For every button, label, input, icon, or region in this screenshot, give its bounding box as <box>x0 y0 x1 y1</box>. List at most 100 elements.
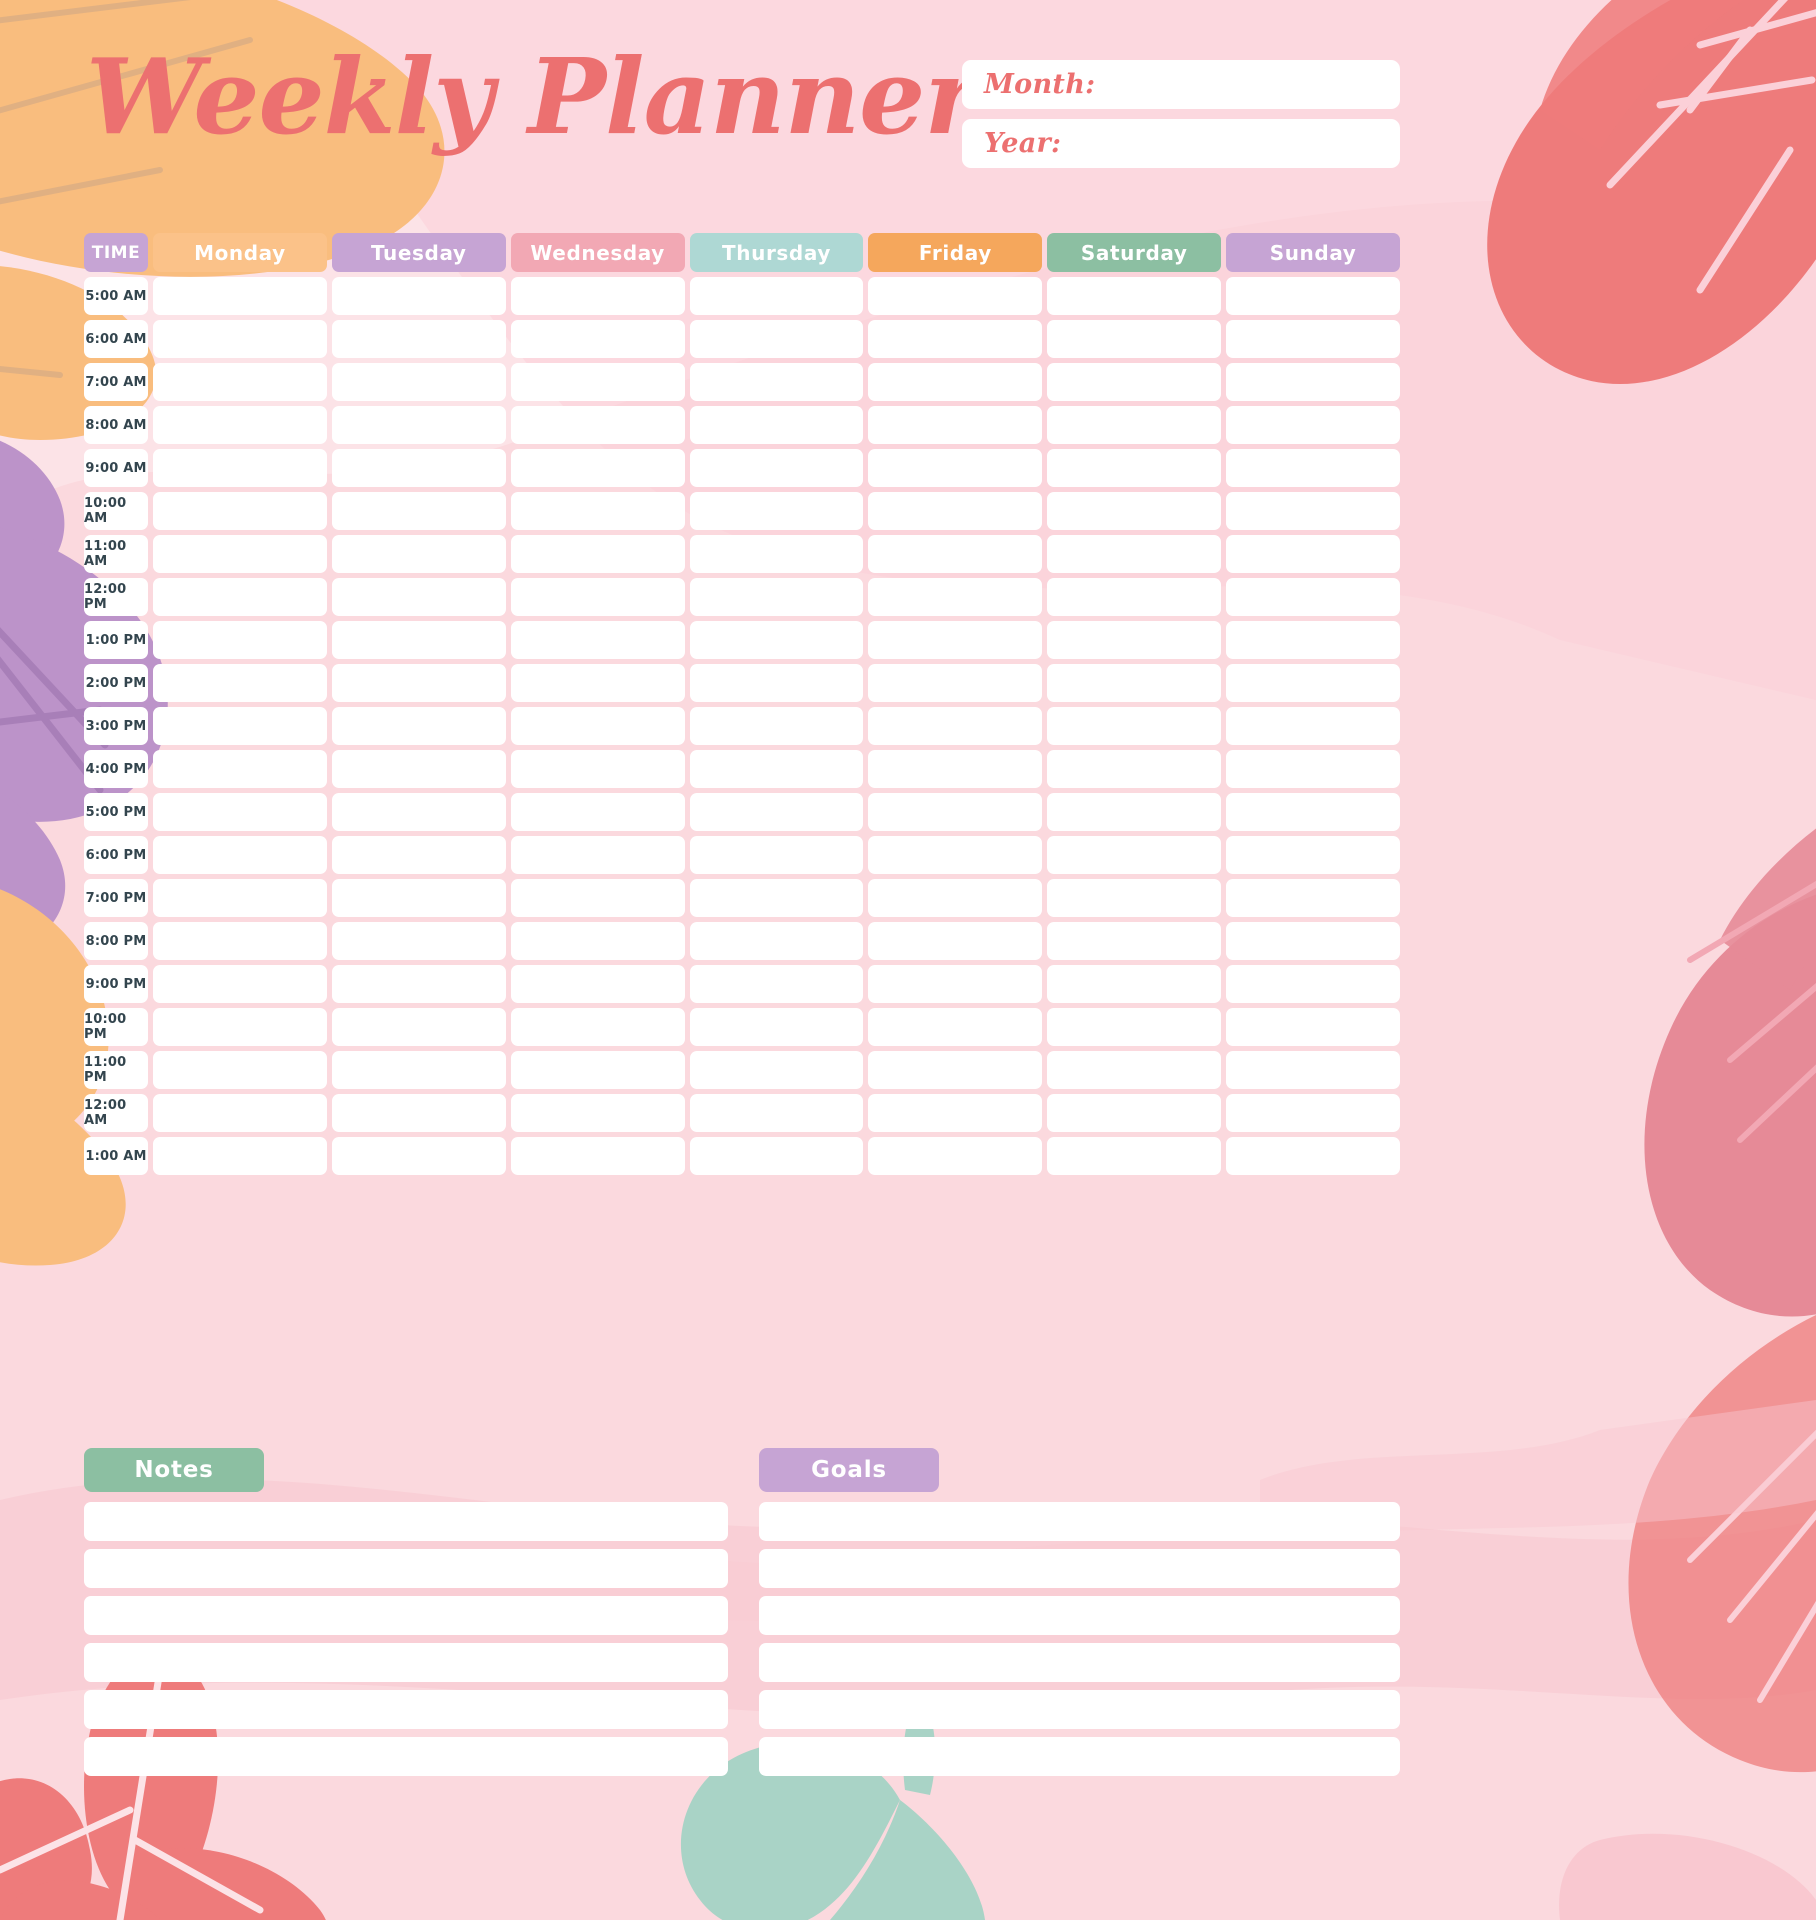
slot-monday-900AM[interactable] <box>153 449 327 487</box>
slot-thursday-100PM[interactable] <box>689 621 864 659</box>
slot-monday-1100PM[interactable] <box>153 1051 327 1089</box>
slot-monday-200PM[interactable] <box>153 664 327 702</box>
slot-friday-100PM[interactable] <box>868 621 1043 659</box>
slot-sunday-800AM[interactable] <box>1226 406 1401 444</box>
notes-line[interactable] <box>84 1549 728 1588</box>
slot-thursday-1100AM[interactable] <box>689 535 864 573</box>
slot-tuesday-1200PM[interactable] <box>331 578 506 616</box>
slot-sunday-700PM[interactable] <box>1226 879 1401 917</box>
slot-monday-700PM[interactable] <box>153 879 327 917</box>
slot-sunday-100PM[interactable] <box>1226 621 1401 659</box>
slot-sunday-200PM[interactable] <box>1226 664 1401 702</box>
slot-saturday-600AM[interactable] <box>1047 320 1222 358</box>
slot-wednesday-100PM[interactable] <box>510 621 685 659</box>
slot-sunday-400PM[interactable] <box>1226 750 1401 788</box>
slot-saturday-100AM[interactable] <box>1047 1137 1222 1175</box>
notes-line[interactable] <box>84 1690 728 1729</box>
slot-tuesday-700PM[interactable] <box>331 879 506 917</box>
slot-saturday-1000AM[interactable] <box>1047 492 1222 530</box>
slot-monday-1000PM[interactable] <box>153 1008 327 1046</box>
slot-friday-1100PM[interactable] <box>868 1051 1043 1089</box>
slot-thursday-900AM[interactable] <box>689 449 864 487</box>
slot-friday-1000AM[interactable] <box>868 492 1043 530</box>
slot-tuesday-400PM[interactable] <box>331 750 506 788</box>
slot-tuesday-500AM[interactable] <box>331 277 506 315</box>
slot-monday-400PM[interactable] <box>153 750 327 788</box>
slot-sunday-300PM[interactable] <box>1226 707 1401 745</box>
slot-friday-400PM[interactable] <box>868 750 1043 788</box>
slot-tuesday-100AM[interactable] <box>331 1137 506 1175</box>
slot-saturday-500PM[interactable] <box>1047 793 1222 831</box>
slot-monday-600PM[interactable] <box>153 836 327 874</box>
month-field[interactable]: Month: <box>962 60 1400 109</box>
notes-line[interactable] <box>84 1643 728 1682</box>
slot-friday-800AM[interactable] <box>868 406 1043 444</box>
slot-friday-1200AM[interactable] <box>868 1094 1043 1132</box>
slot-monday-1200PM[interactable] <box>153 578 327 616</box>
slot-wednesday-1000PM[interactable] <box>510 1008 685 1046</box>
slot-thursday-700PM[interactable] <box>689 879 864 917</box>
slot-wednesday-1100PM[interactable] <box>510 1051 685 1089</box>
slot-friday-700PM[interactable] <box>868 879 1043 917</box>
notes-line[interactable] <box>84 1737 728 1776</box>
slot-sunday-900AM[interactable] <box>1226 449 1401 487</box>
slot-friday-700AM[interactable] <box>868 363 1043 401</box>
slot-friday-600PM[interactable] <box>868 836 1043 874</box>
slot-sunday-500AM[interactable] <box>1226 277 1401 315</box>
slot-tuesday-800PM[interactable] <box>331 922 506 960</box>
slot-wednesday-800PM[interactable] <box>510 922 685 960</box>
slot-thursday-600PM[interactable] <box>689 836 864 874</box>
slot-tuesday-900AM[interactable] <box>331 449 506 487</box>
slot-wednesday-400PM[interactable] <box>510 750 685 788</box>
slot-thursday-900PM[interactable] <box>689 965 864 1003</box>
goals-line[interactable] <box>759 1596 1400 1635</box>
slot-thursday-800PM[interactable] <box>689 922 864 960</box>
slot-saturday-900PM[interactable] <box>1047 965 1222 1003</box>
notes-line[interactable] <box>84 1502 728 1541</box>
slot-saturday-400PM[interactable] <box>1047 750 1222 788</box>
goals-line[interactable] <box>759 1549 1400 1588</box>
slot-saturday-300PM[interactable] <box>1047 707 1222 745</box>
slot-tuesday-100PM[interactable] <box>331 621 506 659</box>
slot-thursday-100AM[interactable] <box>689 1137 864 1175</box>
slot-tuesday-700AM[interactable] <box>331 363 506 401</box>
slot-sunday-1000PM[interactable] <box>1226 1008 1401 1046</box>
slot-wednesday-700AM[interactable] <box>510 363 685 401</box>
slot-thursday-800AM[interactable] <box>689 406 864 444</box>
slot-thursday-1000AM[interactable] <box>689 492 864 530</box>
slot-wednesday-700PM[interactable] <box>510 879 685 917</box>
slot-wednesday-800AM[interactable] <box>510 406 685 444</box>
slot-thursday-400PM[interactable] <box>689 750 864 788</box>
slot-tuesday-1000PM[interactable] <box>331 1008 506 1046</box>
slot-friday-1200PM[interactable] <box>868 578 1043 616</box>
slot-wednesday-600PM[interactable] <box>510 836 685 874</box>
slot-thursday-500AM[interactable] <box>689 277 864 315</box>
slot-friday-100AM[interactable] <box>868 1137 1043 1175</box>
slot-sunday-600PM[interactable] <box>1226 836 1401 874</box>
goals-line[interactable] <box>759 1737 1400 1776</box>
slot-saturday-900AM[interactable] <box>1047 449 1222 487</box>
slot-sunday-1100PM[interactable] <box>1226 1051 1401 1089</box>
slot-sunday-500PM[interactable] <box>1226 793 1401 831</box>
slot-thursday-1000PM[interactable] <box>689 1008 864 1046</box>
slot-thursday-700AM[interactable] <box>689 363 864 401</box>
slot-monday-900PM[interactable] <box>153 965 327 1003</box>
slot-saturday-800PM[interactable] <box>1047 922 1222 960</box>
slot-saturday-200PM[interactable] <box>1047 664 1222 702</box>
slot-friday-600AM[interactable] <box>868 320 1043 358</box>
slot-tuesday-1000AM[interactable] <box>331 492 506 530</box>
slot-wednesday-500PM[interactable] <box>510 793 685 831</box>
slot-sunday-600AM[interactable] <box>1226 320 1401 358</box>
slot-sunday-1200AM[interactable] <box>1226 1094 1401 1132</box>
slot-tuesday-800AM[interactable] <box>331 406 506 444</box>
slot-friday-900AM[interactable] <box>868 449 1043 487</box>
goals-line[interactable] <box>759 1643 1400 1682</box>
slot-saturday-500AM[interactable] <box>1047 277 1222 315</box>
slot-monday-100PM[interactable] <box>153 621 327 659</box>
slot-saturday-1200AM[interactable] <box>1047 1094 1222 1132</box>
slot-friday-200PM[interactable] <box>868 664 1043 702</box>
slot-tuesday-1100PM[interactable] <box>331 1051 506 1089</box>
slot-saturday-700PM[interactable] <box>1047 879 1222 917</box>
slot-saturday-1100AM[interactable] <box>1047 535 1222 573</box>
slot-wednesday-900AM[interactable] <box>510 449 685 487</box>
